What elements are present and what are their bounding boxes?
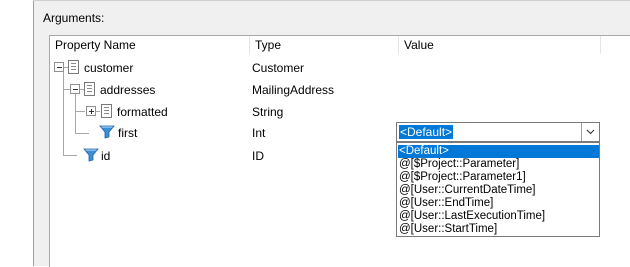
dropdown-option[interactable]: @[User::CurrentDateTime] <box>399 184 536 197</box>
value-combobox[interactable]: <Default> <box>396 122 600 142</box>
column-separator[interactable] <box>249 36 250 54</box>
dropdown-option[interactable]: @[User::StartTime] <box>399 223 497 236</box>
dropdown-option[interactable]: @[User::LastExecutionTime] <box>399 210 545 223</box>
document-icon <box>84 82 95 96</box>
property-type: ID <box>252 149 264 163</box>
arguments-label: Arguments: <box>43 11 105 25</box>
property-type: String <box>252 105 284 119</box>
tree-connector <box>63 155 77 156</box>
tree-connector <box>75 93 76 133</box>
document-icon <box>68 60 79 74</box>
value-dropdown-list[interactable]: <Default> @[$Project::Parameter] @[$Proj… <box>396 142 600 237</box>
column-header-value[interactable]: Value <box>404 38 434 52</box>
property-name: formatted <box>117 105 168 119</box>
column-header-type[interactable]: Type <box>255 38 281 52</box>
property-name: addresses <box>100 83 156 97</box>
collapse-icon[interactable] <box>70 84 80 94</box>
column-separator[interactable] <box>600 36 601 54</box>
chevron-down-icon <box>586 129 595 135</box>
collapse-icon[interactable] <box>54 62 64 72</box>
property-name: id <box>101 149 111 163</box>
property-type: MailingAddress <box>252 83 335 97</box>
funnel-icon <box>83 148 99 162</box>
dropdown-option[interactable]: @[$Project::Parameter1] <box>399 171 526 184</box>
column-header-property-name[interactable]: Property Name <box>55 38 136 52</box>
property-name: first <box>118 126 138 140</box>
property-type: Customer <box>252 61 305 75</box>
dropdown-option[interactable]: @[$Project::Parameter] <box>399 158 519 171</box>
property-type: Int <box>252 126 266 140</box>
dropdown-option[interactable]: <Default> <box>398 145 599 158</box>
dropdown-button[interactable] <box>581 123 599 141</box>
column-separator[interactable] <box>398 36 399 54</box>
tree-connector <box>63 71 64 155</box>
tree-connector <box>96 111 100 112</box>
document-icon <box>101 104 112 118</box>
tree-connector <box>75 133 89 134</box>
combobox-selected-value[interactable]: <Default> <box>399 125 454 139</box>
expand-icon[interactable] <box>86 106 96 116</box>
dropdown-option[interactable]: @[User::EndTime] <box>399 197 493 210</box>
property-name: customer <box>84 61 134 75</box>
funnel-icon <box>99 125 115 139</box>
tree-connector <box>75 111 85 112</box>
